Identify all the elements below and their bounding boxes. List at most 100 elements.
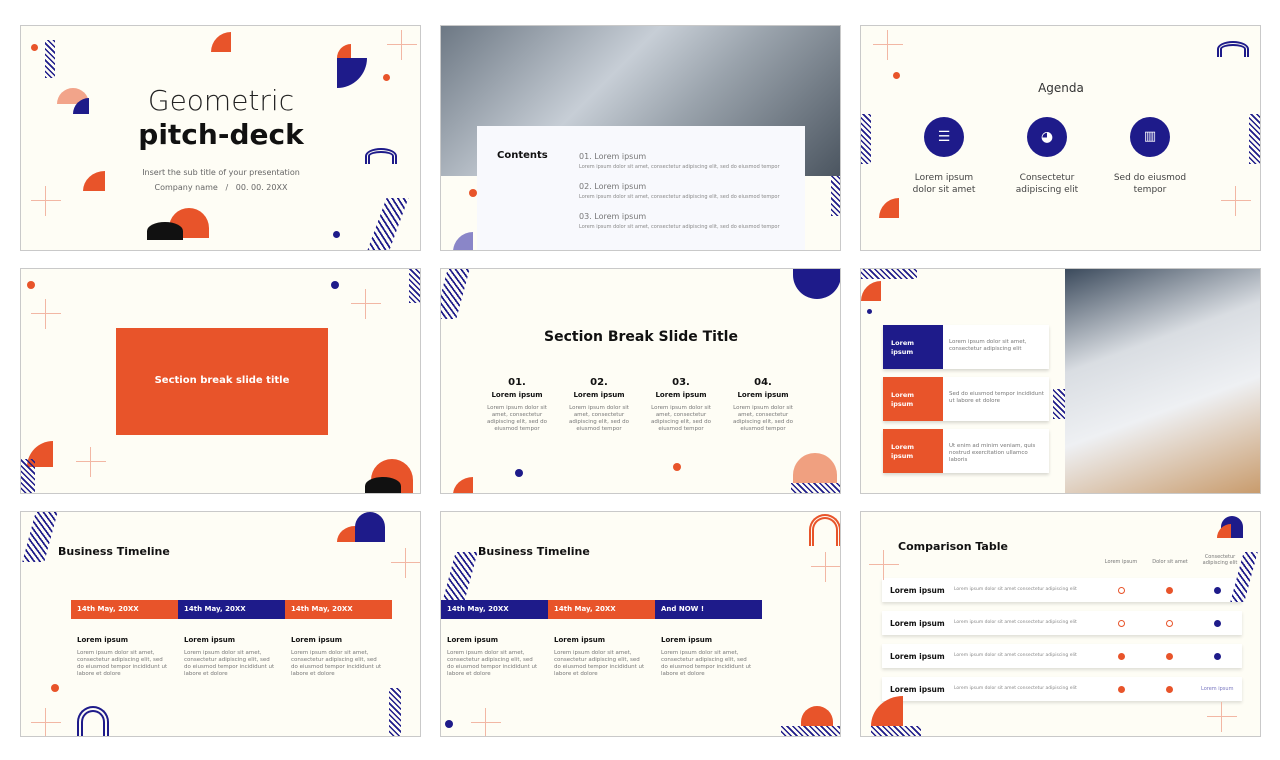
shape-decoration (861, 281, 881, 301)
card-label: Lorem ipsum (891, 443, 914, 460)
agenda-item-line2: tempor (1133, 185, 1167, 195)
slide-thumbnail-3[interactable]: Agenda ☰ ◕ ▥ Lorem ipsum dolor sit amet … (860, 25, 1261, 251)
contents-heading: Contents (497, 150, 548, 161)
cross-decoration (31, 708, 61, 736)
agenda-title: Agenda (1038, 81, 1084, 95)
contents-item-title: 03. Lorem ipsum (579, 212, 647, 221)
item-title: Lorem ipsum (491, 391, 543, 399)
timeline-item-text: Lorem ipsum dolor sit amet, consectetur … (554, 650, 645, 677)
timeline-item-text: Lorem ipsum dolor sit amet, consectetur … (291, 650, 382, 677)
slide-thumbnail-4[interactable]: Section break slide title (20, 268, 421, 494)
contents-item-text: Lorem ipsum dolor sit amet, consectetur … (579, 224, 780, 230)
row-label: Lorem ipsum (890, 652, 945, 661)
stripe-decoration (861, 269, 917, 279)
item-text: Lorem ipsum dolor sit amet, consectetur … (487, 405, 547, 432)
filled-circle-icon (1166, 587, 1173, 594)
dot-decoration (51, 684, 59, 692)
card-label: Lorem ipsum (891, 391, 914, 408)
timeline-item-text: Lorem ipsum dolor sit amet, consectetur … (184, 650, 275, 677)
filled-circle-icon (1118, 653, 1125, 660)
stripe-decoration (791, 483, 840, 493)
section-break-title: Section Break Slide Title (544, 329, 738, 345)
agenda-item-line1: Lorem ipsum (914, 173, 974, 183)
item-number: 02. (590, 377, 608, 388)
slide-thumbnail-5[interactable]: Section Break Slide Title 01. Lorem ipsum… (440, 268, 841, 494)
slide-title-line1: Geometric (147, 84, 295, 117)
stripe-decoration (389, 688, 401, 736)
timeline-item-title: Lorem ipsum (77, 636, 129, 644)
item-number: 04. (754, 377, 772, 388)
bar-chart-icon: ▥ (1130, 117, 1170, 157)
shape-decoration (355, 512, 385, 542)
timeline-item-text: Lorem ipsum dolor sit amet, consectetur … (661, 650, 752, 677)
shape-decoration (793, 269, 840, 299)
item-text: Lorem ipsum dolor sit amet, consectetur … (569, 405, 629, 432)
agenda-item-line2: dolor sit amet (912, 185, 976, 195)
slide-thumbnail-2[interactable]: Contents 01. Lorem ipsum Lorem ipsum dol… (440, 25, 841, 251)
filled-circle-icon (1214, 620, 1221, 627)
stripe-decoration (45, 40, 55, 78)
stripe-decoration (781, 726, 840, 736)
timeline-item-title: Lorem ipsum (447, 636, 499, 644)
dot-decoration (673, 463, 681, 471)
row-text: Lorem ipsum dolor sit amet consectetur a… (954, 653, 1077, 658)
item-title: Lorem ipsum (655, 391, 707, 399)
company-date: Company name / 00. 00. 20XX (154, 183, 288, 192)
shape-decoration (77, 706, 109, 736)
comparison-title: Comparison Table (898, 540, 1008, 553)
slide-thumbnail-6[interactable]: Lorem ipsum Lorem ipsum dolor sit amet, c… (860, 268, 1261, 494)
dot-decoration (27, 281, 35, 289)
contents-item-text: Lorem ipsum dolor sit amet, consectetur … (579, 194, 780, 200)
stripe-decoration (831, 176, 840, 216)
stripe-decoration (871, 726, 921, 736)
filled-circle-icon (1166, 686, 1173, 693)
column-header: Lorem ipsum (1104, 559, 1138, 565)
cross-decoration (811, 552, 840, 582)
shape-decoration (453, 477, 473, 493)
slide-thumbnail-9[interactable]: Comparison Table Lorem ipsum Dolor sit a… (860, 511, 1261, 737)
item-text: Lorem ipsum dolor sit amet, consectetur … (651, 405, 711, 432)
row-text: Lorem ipsum dolor sit amet consectetur a… (954, 587, 1077, 592)
slide-thumbnail-1[interactable]: Geometric pitch-deck Insert the sub titl… (20, 25, 421, 251)
shape-decoration (793, 453, 837, 483)
row-label: Lorem ipsum (890, 586, 945, 595)
dot-decoration (331, 281, 339, 289)
row-text: Lorem ipsum dolor sit amet consectetur a… (954, 620, 1077, 625)
pie-chart-icon: ◕ (1027, 117, 1067, 157)
card-text: Lorem ipsum dolor sit amet, consectetur … (949, 339, 1027, 352)
shape-decoration (1217, 524, 1231, 538)
stripe-decoration (22, 512, 58, 562)
slide-thumbnail-8[interactable]: Business Timeline 14th May, 20XX 14th May… (440, 511, 841, 737)
column-header: Dolor sit amet (1152, 559, 1188, 565)
slide-subtitle: Insert the sub title of your presentatio… (142, 168, 300, 177)
dot-decoration (867, 309, 872, 314)
card-text: Ut enim ad minim veniam, quis nostrud ex… (949, 443, 1036, 463)
shape-decoration (211, 32, 231, 52)
dot-decoration (383, 74, 390, 81)
shape-decoration (365, 477, 401, 493)
agenda-item-line1: Consectetur (1019, 173, 1075, 183)
stripe-decoration (441, 269, 470, 319)
stripe-decoration (442, 552, 478, 602)
dot-decoration (333, 231, 340, 238)
timeline-item-title: Lorem ipsum (184, 636, 236, 644)
item-title: Lorem ipsum (737, 391, 789, 399)
clipboard-icon: ☰ (924, 117, 964, 157)
empty-circle-icon (1118, 587, 1125, 594)
cross-decoration (391, 548, 420, 578)
cross-decoration (471, 708, 501, 736)
shape-decoration (809, 514, 840, 546)
item-text: Lorem ipsum dolor sit amet, consectetur … (733, 405, 793, 432)
cross-decoration (869, 550, 899, 580)
cross-decoration (1207, 702, 1237, 732)
slide-thumbnail-7[interactable]: Business Timeline 14th May, 20XX 14th May… (20, 511, 421, 737)
cross-decoration (351, 289, 381, 319)
timeline-date: 14th May, 20XX (554, 605, 616, 613)
timeline-item-title: Lorem ipsum (661, 636, 713, 644)
contents-item-title: 01. Lorem ipsum (579, 152, 647, 161)
shape-decoration (337, 44, 351, 58)
shape-decoration (801, 706, 833, 726)
cell-text: Lorem ipsum (1201, 686, 1234, 692)
contents-item-text: Lorem ipsum dolor sit amet, consectetur … (579, 164, 780, 170)
filled-circle-icon (1118, 686, 1125, 693)
